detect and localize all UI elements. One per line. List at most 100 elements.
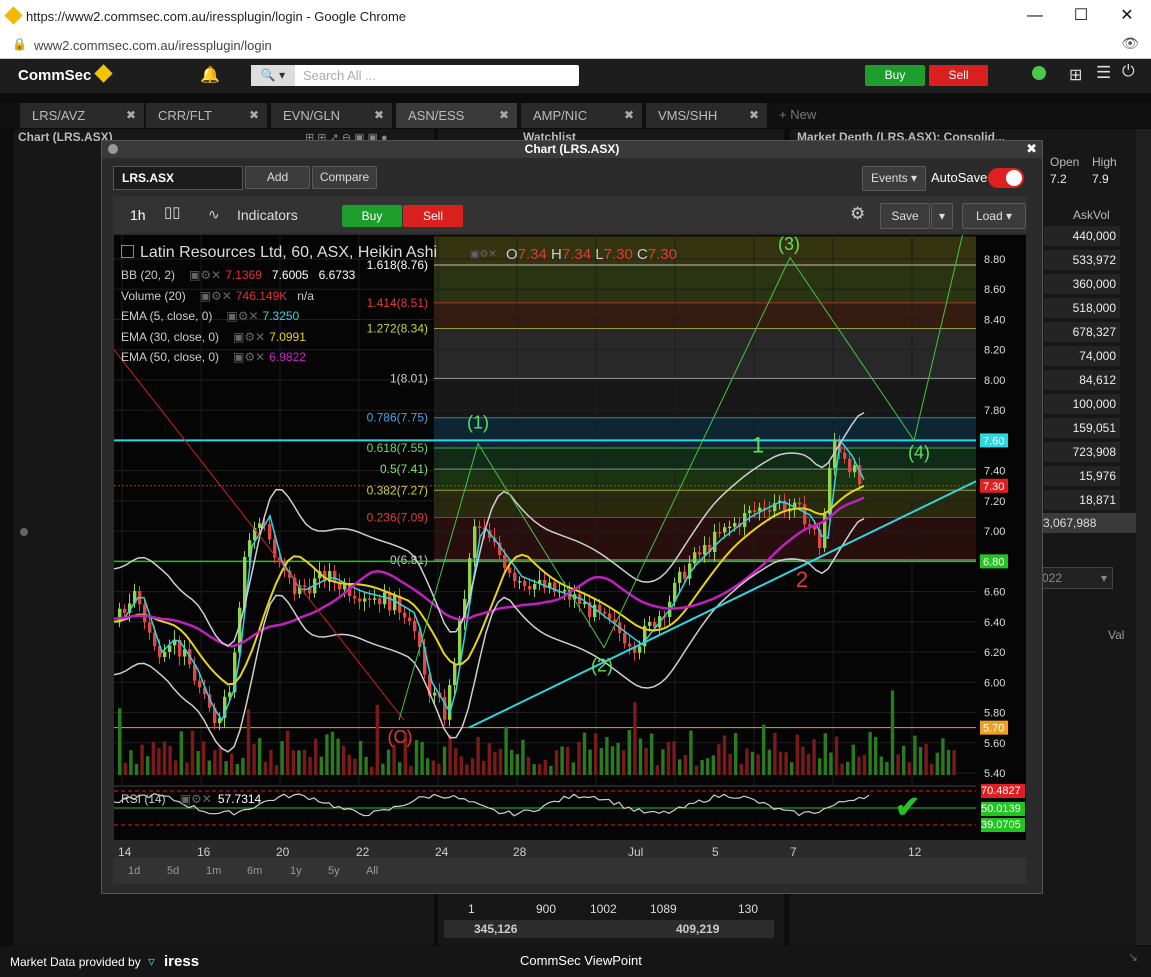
- price-tag-label: 7.30: [983, 481, 1004, 493]
- menu-icon[interactable]: ☰: [1096, 63, 1111, 83]
- collapse-legend-icon[interactable]: [121, 245, 134, 258]
- date-selector[interactable]: 022 ▾: [1041, 567, 1113, 589]
- volume-bar: [291, 750, 295, 775]
- volume-bar: [510, 749, 514, 775]
- range-button-1y[interactable]: 1y: [290, 865, 302, 877]
- x-tick-label: 14: [118, 845, 132, 859]
- rsi-label[interactable]: RSI (14) ▣⚙✕ 57.7314: [121, 792, 261, 806]
- indicator-bb[interactable]: BB (20, 2) ▣⚙✕ 7.1369 7.6005 6.6733: [121, 268, 355, 282]
- close-tab-icon[interactable]: ✖: [126, 103, 136, 128]
- tab-amp-nic[interactable]: AMP/NIC ✖: [521, 103, 642, 128]
- volume-bar: [801, 746, 805, 775]
- close-chart-icon[interactable]: ✖: [1026, 141, 1037, 157]
- volume-bar: [711, 755, 715, 775]
- open-label: Open: [1050, 155, 1080, 169]
- indicators-icon[interactable]: ∿: [208, 206, 220, 223]
- indicator-tools-icon[interactable]: ▣⚙✕: [200, 289, 232, 303]
- add-button[interactable]: Add: [245, 166, 310, 189]
- indicator-volume[interactable]: Volume (20) ▣⚙✕ 746.149K n/a: [121, 289, 314, 303]
- fib-band: [434, 469, 976, 491]
- indicators-button[interactable]: Indicators: [237, 207, 298, 223]
- volume-bar: [207, 760, 211, 775]
- tab-lrs-avz[interactable]: LRS/AVZ ✖: [20, 103, 144, 128]
- url-text[interactable]: www2.commsec.com.au/iressplugin/login: [34, 38, 272, 53]
- chart-sell-button[interactable]: Sell: [403, 205, 463, 227]
- tab-label: ASN/ESS: [408, 108, 465, 123]
- range-button-1d[interactable]: 1d: [128, 865, 140, 877]
- close-tab-icon[interactable]: ✖: [499, 103, 509, 128]
- volume-bar: [918, 746, 923, 775]
- symbol-input[interactable]: LRS.ASX: [113, 166, 243, 190]
- power-icon[interactable]: ⏻: [1122, 63, 1135, 81]
- header-sell-button[interactable]: Sell: [929, 65, 988, 86]
- close-tab-icon[interactable]: ✖: [374, 103, 384, 128]
- volume-bar: [241, 757, 245, 775]
- tab-label: LRS/AVZ: [32, 108, 86, 123]
- tab-evn-gln[interactable]: EVN/GLN ✖: [271, 103, 392, 128]
- bell-icon[interactable]: 🔔: [200, 65, 220, 85]
- browser-title-bar: https://www2.commsec.com.au/iressplugin/…: [0, 0, 1151, 32]
- range-button-5y[interactable]: 5y: [328, 865, 340, 877]
- wave-label: (C): [388, 727, 413, 747]
- range-button-1m[interactable]: 1m: [206, 865, 221, 877]
- x-tick-label: 24: [435, 845, 449, 859]
- indicator-tools-icon[interactable]: ▣⚙✕: [180, 792, 212, 806]
- compare-button[interactable]: Compare: [312, 166, 377, 189]
- tab-crr-flt[interactable]: CRR/FLT ✖: [146, 103, 267, 128]
- volume-bar: [935, 752, 939, 775]
- indicator-ema30[interactable]: EMA (30, close, 0) ▣⚙✕ 7.0991: [121, 330, 306, 344]
- indicator-ema50[interactable]: EMA (50, close, 0) ▣⚙✕ 6.9822: [121, 350, 306, 364]
- load-dropdown[interactable]: Load ▾: [962, 203, 1026, 229]
- add-widget-icon[interactable]: ⊞: [1069, 65, 1082, 85]
- volume-bar: [694, 765, 699, 775]
- volume-bar: [532, 764, 536, 775]
- volume-bar: [946, 749, 951, 775]
- candle-body: [753, 510, 757, 513]
- title-tools-icon[interactable]: ▣⚙✕: [470, 249, 497, 260]
- fib-band: [434, 265, 976, 303]
- close-tab-icon[interactable]: ✖: [749, 103, 759, 128]
- search-input[interactable]: 🔍 ▾ Search All ...: [251, 65, 579, 86]
- chart-plot-area[interactable]: 1.618(8.76) 1.414(8.51) 1.272(8.34) 1(8.01)…: [113, 228, 1026, 840]
- header-buy-button[interactable]: Buy: [865, 65, 925, 86]
- range-button-5d[interactable]: 5d: [167, 865, 179, 877]
- indicator-tools-icon[interactable]: ▣⚙✕: [189, 268, 221, 282]
- indicator-tools-icon[interactable]: ▣⚙✕: [233, 330, 265, 344]
- right-scrollbar[interactable]: [1136, 129, 1151, 945]
- close-tab-icon[interactable]: ✖: [249, 103, 259, 128]
- volume-bar: [179, 731, 183, 775]
- save-button[interactable]: Save: [880, 203, 930, 229]
- minimize-icon[interactable]: —: [1012, 0, 1058, 32]
- lock-icon: 🔒: [12, 37, 27, 51]
- indicator-tools-icon[interactable]: ▣⚙✕: [233, 350, 265, 364]
- range-button-6m[interactable]: 6m: [247, 865, 262, 877]
- indicator-ema5[interactable]: EMA (5, close, 0) ▣⚙✕ 7.3250: [121, 309, 299, 323]
- indicator-value: 6.9822: [269, 350, 306, 364]
- candle-type-icon[interactable]: ▯▯: [164, 203, 181, 221]
- chart-buy-button[interactable]: Buy: [342, 205, 402, 227]
- chevron-down-icon[interactable]: ▾: [1101, 568, 1107, 588]
- settings-gear-icon[interactable]: ⚙: [850, 204, 865, 224]
- resize-grip-icon[interactable]: ↘: [1128, 950, 1138, 964]
- tab-asn-ess[interactable]: ASN/ESS ✖: [396, 103, 517, 128]
- indicator-value: n/a: [297, 289, 314, 303]
- maximize-icon[interactable]: ☐: [1058, 0, 1104, 32]
- slider-handle-icon[interactable]: [20, 528, 28, 536]
- autosave-toggle[interactable]: [988, 168, 1024, 188]
- interval-selector[interactable]: 1h: [130, 207, 146, 223]
- range-button-All[interactable]: All: [366, 865, 378, 877]
- lightbulb-icon[interactable]: [1032, 66, 1046, 80]
- new-tab-button[interactable]: + New: [779, 107, 816, 122]
- tab-vms-shh[interactable]: VMS/SHH ✖: [646, 103, 767, 128]
- volume-bar: [538, 763, 542, 775]
- address-bar[interactable]: 🔒 www2.commsec.com.au/iressplugin/login …: [0, 32, 1151, 59]
- indicator-tools-icon[interactable]: ▣⚙✕: [226, 309, 258, 323]
- save-dropdown-icon[interactable]: ▾: [931, 203, 953, 229]
- search-icon[interactable]: 🔍 ▾: [251, 65, 295, 86]
- close-window-icon[interactable]: ✕: [1104, 0, 1150, 32]
- close-tab-icon[interactable]: ✖: [624, 103, 634, 128]
- events-dropdown[interactable]: Events ▾: [862, 166, 926, 191]
- y-tick-label: 7.00: [984, 526, 1005, 538]
- eye-icon[interactable]: 👁: [1121, 35, 1139, 52]
- candle-body: [623, 632, 627, 644]
